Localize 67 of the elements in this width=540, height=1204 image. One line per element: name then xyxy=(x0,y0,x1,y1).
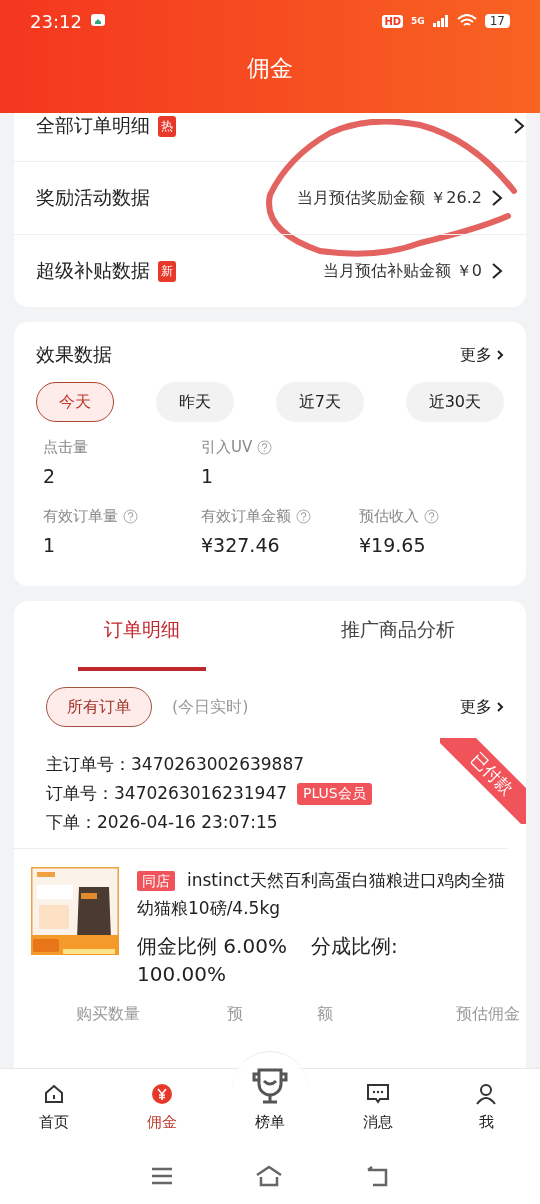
entry-label[interactable]: 奖励活动数据 xyxy=(36,185,150,211)
network-type: 5G xyxy=(411,16,425,26)
battery-level: 17 xyxy=(484,14,510,28)
period-chip[interactable]: 昨天 xyxy=(155,382,234,422)
order-info-text: 下单：2026-04-16 23:07:15 xyxy=(46,811,278,834)
metric-label: 引入UV xyxy=(201,438,253,457)
column-label: 额 xyxy=(317,1004,334,1025)
message-icon xyxy=(366,1083,390,1105)
entry-label[interactable]: 超级补贴数据 xyxy=(36,258,150,284)
metric-label: 点击量 xyxy=(43,438,88,457)
help-icon xyxy=(424,509,439,524)
plus-member-tag: PLUS会员 xyxy=(297,782,372,805)
signal-icon xyxy=(432,15,449,27)
help-icon xyxy=(296,509,311,524)
chevron-right-icon xyxy=(496,349,504,361)
page-title: 佣金 xyxy=(246,54,294,83)
app-notification-icon xyxy=(89,13,106,29)
metric-value: 1 xyxy=(43,534,57,556)
tab-bar-item[interactable]: 佣金 xyxy=(108,1069,216,1148)
more-link[interactable]: 更多 xyxy=(460,696,504,718)
period-chip[interactable]: 近30天 xyxy=(405,382,504,422)
order-tab[interactable]: 推广商品分析 xyxy=(334,601,462,671)
entry-label[interactable]: 全部订单明细 xyxy=(36,113,150,139)
home-icon xyxy=(43,1083,65,1105)
card-title: 效果数据 xyxy=(36,342,112,367)
column-label: 预估佣金 xyxy=(456,1004,520,1025)
chevron-right-icon xyxy=(490,262,504,280)
hd-indicator: HD xyxy=(382,14,404,28)
commission-text: 佣金比例 6.00% 分成比例: 100.00% xyxy=(137,933,399,988)
menu-icon[interactable] xyxy=(150,1166,174,1186)
tab-bar-item[interactable]: 我 xyxy=(432,1069,540,1148)
entry-value: 当月预估补贴金额 ￥0 xyxy=(322,260,482,282)
realtime-note: (今日实时) xyxy=(172,696,249,718)
person-icon xyxy=(475,1083,497,1105)
column-label: 预 xyxy=(227,1004,244,1025)
all-orders-chip[interactable]: 所有订单 xyxy=(46,687,152,727)
chevron-right-icon xyxy=(490,189,504,207)
home-icon[interactable] xyxy=(254,1165,284,1187)
paid-ribbon: 已付款 xyxy=(440,738,526,824)
entry-badge: 新 xyxy=(158,260,176,282)
yen-icon xyxy=(151,1083,173,1105)
product-title: 同店 instinct天然百利高蛋白猫粮进口鸡肉全猫幼猫粮10磅/4.5kg xyxy=(137,869,506,920)
more-link[interactable]: 更多 xyxy=(460,344,504,366)
chevron-right-icon xyxy=(496,701,504,713)
entry-value: 当月预估奖励金额 ￥26.2 xyxy=(297,187,482,209)
metric-value: 2 xyxy=(43,465,57,487)
order-tab[interactable]: 订单明细 xyxy=(78,601,206,671)
order-info-text: 订单号：3470263016231947 xyxy=(46,782,288,805)
order-info-text: 主订单号：3470263002639887 xyxy=(46,753,305,776)
metric-label: 预估收入 xyxy=(359,507,419,526)
chevron-right-icon xyxy=(512,117,526,135)
tab-bar-item[interactable]: 首页 xyxy=(0,1069,108,1148)
metric-value: 1 xyxy=(201,465,215,487)
metric-value: ¥327.46 xyxy=(201,534,281,556)
column-label: 购买数量 xyxy=(76,1004,141,1025)
status-time: 23:12 xyxy=(30,10,82,32)
help-icon xyxy=(123,509,138,524)
wifi-icon xyxy=(456,14,477,28)
metric-label: 有效订单金额 xyxy=(201,507,291,526)
help-icon xyxy=(257,440,273,455)
period-chip[interactable]: 近7天 xyxy=(275,382,364,422)
entry-badge: 热 xyxy=(158,115,176,137)
tab-bar-item[interactable]: 榜单 xyxy=(216,1046,324,1148)
period-chip[interactable]: 今天 xyxy=(36,382,114,422)
metric-label: 有效订单量 xyxy=(43,507,118,526)
metric-value: ¥19.65 xyxy=(359,534,427,556)
tab-bar-item[interactable]: 消息 xyxy=(324,1069,432,1148)
